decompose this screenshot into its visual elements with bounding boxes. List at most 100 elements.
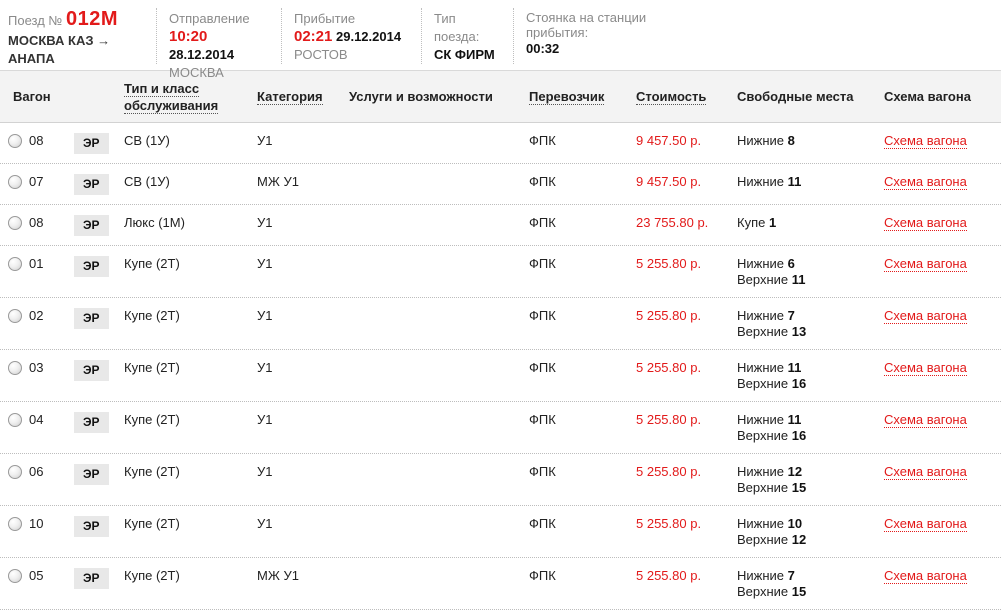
price-cell: 5 255.80 р. xyxy=(624,308,725,324)
schema-link[interactable]: Схема вагона xyxy=(884,464,967,480)
wagon-cell: 04 xyxy=(0,412,62,428)
train-route: МОСКВА КАЗ → АНАПА xyxy=(8,32,144,68)
type-class-cell: Купе (2Т) xyxy=(112,308,245,324)
arrival-station: РОСТОВ xyxy=(294,46,409,64)
wagon-radio-button[interactable] xyxy=(8,257,22,271)
train-number: 012М xyxy=(66,8,118,30)
seats-cell: Нижние 7 Верхние 13 xyxy=(725,308,872,340)
seats-cell: Купе 1 xyxy=(725,215,872,231)
badge-cell: ЭР xyxy=(62,133,112,154)
column-type-class[interactable]: Тип и класс обслуживания xyxy=(112,80,245,114)
seats-cell: Нижние 8 xyxy=(725,133,872,149)
upper-seats: Верхние 12 xyxy=(737,532,872,548)
price-cell: 5 255.80 р. xyxy=(624,568,725,584)
price-cell: 5 255.80 р. xyxy=(624,360,725,376)
lower-seats: Нижние 10 xyxy=(737,516,872,532)
badge-cell: ЭР xyxy=(62,256,112,277)
arrival-time: 02:21 xyxy=(294,28,332,45)
lower-seats: Нижние 7 xyxy=(737,568,872,584)
carrier-cell: ФПК xyxy=(517,464,624,480)
type-class-cell: СВ (1У) xyxy=(112,133,245,149)
schema-link[interactable]: Схема вагона xyxy=(884,568,967,584)
schema-cell: Схема вагона xyxy=(872,256,1001,272)
train-number-label: Поезд № xyxy=(8,13,62,28)
seats-cell: Нижние 7 Верхние 15 xyxy=(725,568,872,600)
upper-seats: Верхние 15 xyxy=(737,584,872,600)
wagon-cell: 02 xyxy=(0,308,62,324)
er-badge: ЭР xyxy=(74,464,109,485)
wagon-number: 03 xyxy=(29,360,43,376)
wagon-number: 07 xyxy=(29,174,43,190)
type-class-cell: Купе (2Т) xyxy=(112,360,245,376)
category-cell: У1 xyxy=(245,360,337,376)
departure-section: Отправление 10:20 28.12.2014 МОСКВА xyxy=(156,8,281,64)
column-price[interactable]: Стоимость xyxy=(624,88,725,105)
category-cell: У1 xyxy=(245,308,337,324)
wagon-radio-button[interactable] xyxy=(8,309,22,323)
seats-cell: Нижние 6 Верхние 11 xyxy=(725,256,872,288)
price-cell: 9 457.50 р. xyxy=(624,133,725,149)
price-cell: 5 255.80 р. xyxy=(624,464,725,480)
wagon-cell: 03 xyxy=(0,360,62,376)
price-cell: 5 255.80 р. xyxy=(624,412,725,428)
category-cell: МЖ У1 xyxy=(245,174,337,190)
column-services: Услуги и возможности xyxy=(337,88,517,105)
schema-cell: Схема вагона xyxy=(872,308,1001,324)
stop-duration-section: Стоянка на станции прибытия: 00:32 xyxy=(513,8,663,64)
schema-link[interactable]: Схема вагона xyxy=(884,360,967,376)
carrier-cell: ФПК xyxy=(517,412,624,428)
wagon-radio-button[interactable] xyxy=(8,216,22,230)
schema-link[interactable]: Схема вагона xyxy=(884,215,967,231)
lower-seats: Нижние 8 xyxy=(737,133,872,149)
badge-cell: ЭР xyxy=(62,174,112,195)
wagon-radio-button[interactable] xyxy=(8,361,22,375)
schema-link[interactable]: Схема вагона xyxy=(884,412,967,428)
seats-cell: Нижние 10 Верхние 12 xyxy=(725,516,872,548)
wagon-radio-button[interactable] xyxy=(8,413,22,427)
train-type-section: Тип поезда: СК ФИРМ xyxy=(421,8,513,64)
schema-link[interactable]: Схема вагона xyxy=(884,133,967,149)
type-class-cell: Купе (2Т) xyxy=(112,412,245,428)
wagon-number: 05 xyxy=(29,568,43,584)
badge-cell: ЭР xyxy=(62,464,112,485)
schema-link[interactable]: Схема вагона xyxy=(884,516,967,532)
er-badge: ЭР xyxy=(74,412,109,433)
wagon-cell: 10 xyxy=(0,516,62,532)
wagon-radio-button[interactable] xyxy=(8,465,22,479)
lower-seats: Нижние 7 xyxy=(737,308,872,324)
train-number-section: Поезд № 012М МОСКВА КАЗ → АНАПА xyxy=(8,8,156,64)
stop-duration-label-line1: Стоянка на станции xyxy=(526,10,651,25)
wagon-number: 02 xyxy=(29,308,43,324)
wagon-radio-button[interactable] xyxy=(8,517,22,531)
wagon-radio-button[interactable] xyxy=(8,175,22,189)
carrier-cell: ФПК xyxy=(517,215,624,231)
schema-link[interactable]: Схема вагона xyxy=(884,256,967,272)
lower-seats: Нижние 11 xyxy=(737,174,872,190)
wagon-radio-button[interactable] xyxy=(8,569,22,583)
table-row: 04 ЭР Купе (2Т) У1 ФПК 5 255.80 р. Нижни… xyxy=(0,402,1001,454)
column-category[interactable]: Категория xyxy=(245,88,337,105)
lower-seats: Нижние 11 xyxy=(737,412,872,428)
wagon-number: 08 xyxy=(29,215,43,231)
wagon-cell: 08 xyxy=(0,215,62,231)
schema-cell: Схема вагона xyxy=(872,412,1001,428)
arrival-section: Прибытие 02:21 29.12.2014 РОСТОВ xyxy=(281,8,421,64)
seats-cell: Нижние 11 xyxy=(725,174,872,190)
table-header-row: Вагон Тип и класс обслуживания Категория… xyxy=(0,70,1001,123)
schema-link[interactable]: Схема вагона xyxy=(884,308,967,324)
column-carrier[interactable]: Перевозчик xyxy=(517,88,624,105)
upper-seats: Верхние 16 xyxy=(737,428,872,444)
category-cell: У1 xyxy=(245,215,337,231)
table-row: 03 ЭР Купе (2Т) У1 ФПК 5 255.80 р. Нижни… xyxy=(0,350,1001,402)
lower-seats: Купе 1 xyxy=(737,215,872,231)
carrier-cell: ФПК xyxy=(517,360,624,376)
seats-cell: Нижние 12 Верхние 15 xyxy=(725,464,872,496)
schema-cell: Схема вагона xyxy=(872,516,1001,532)
upper-seats: Верхние 13 xyxy=(737,324,872,340)
departure-time: 10:20 xyxy=(169,28,207,45)
wagon-radio-button[interactable] xyxy=(8,134,22,148)
schema-link[interactable]: Схема вагона xyxy=(884,174,967,190)
carrier-cell: ФПК xyxy=(517,174,624,190)
type-class-cell: Люкс (1М) xyxy=(112,215,245,231)
wagon-cell: 06 xyxy=(0,464,62,480)
